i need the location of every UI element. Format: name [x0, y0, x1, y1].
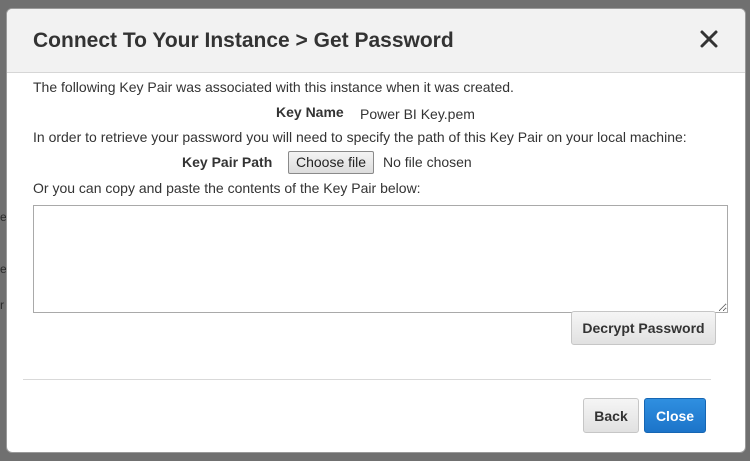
close-button[interactable]: Close [644, 398, 706, 433]
key-name-value: Power BI Key.pem [360, 106, 475, 122]
dialog-title: Connect To Your Instance > Get Password [33, 29, 454, 52]
key-pair-path-label: Key Pair Path [182, 154, 273, 170]
retrieve-instruction: In order to retrieve your password you w… [33, 129, 687, 145]
file-status: No file chosen [383, 154, 472, 170]
back-button[interactable]: Back [583, 398, 639, 433]
dialog-header: Connect To Your Instance > Get Password [7, 9, 745, 73]
intro-text: The following Key Pair was associated wi… [33, 79, 514, 95]
get-password-dialog: Connect To Your Instance > Get Password … [6, 8, 746, 453]
footer-divider [23, 379, 711, 380]
key-contents-textarea[interactable] [33, 205, 728, 313]
paste-instruction: Or you can copy and paste the contents o… [33, 180, 421, 196]
decrypt-password-button[interactable]: Decrypt Password [571, 311, 716, 345]
key-name-label: Key Name [276, 104, 344, 120]
choose-file-button[interactable]: Choose file [288, 151, 375, 174]
close-icon[interactable] [697, 27, 721, 51]
backdrop-fragment: r [0, 298, 4, 312]
